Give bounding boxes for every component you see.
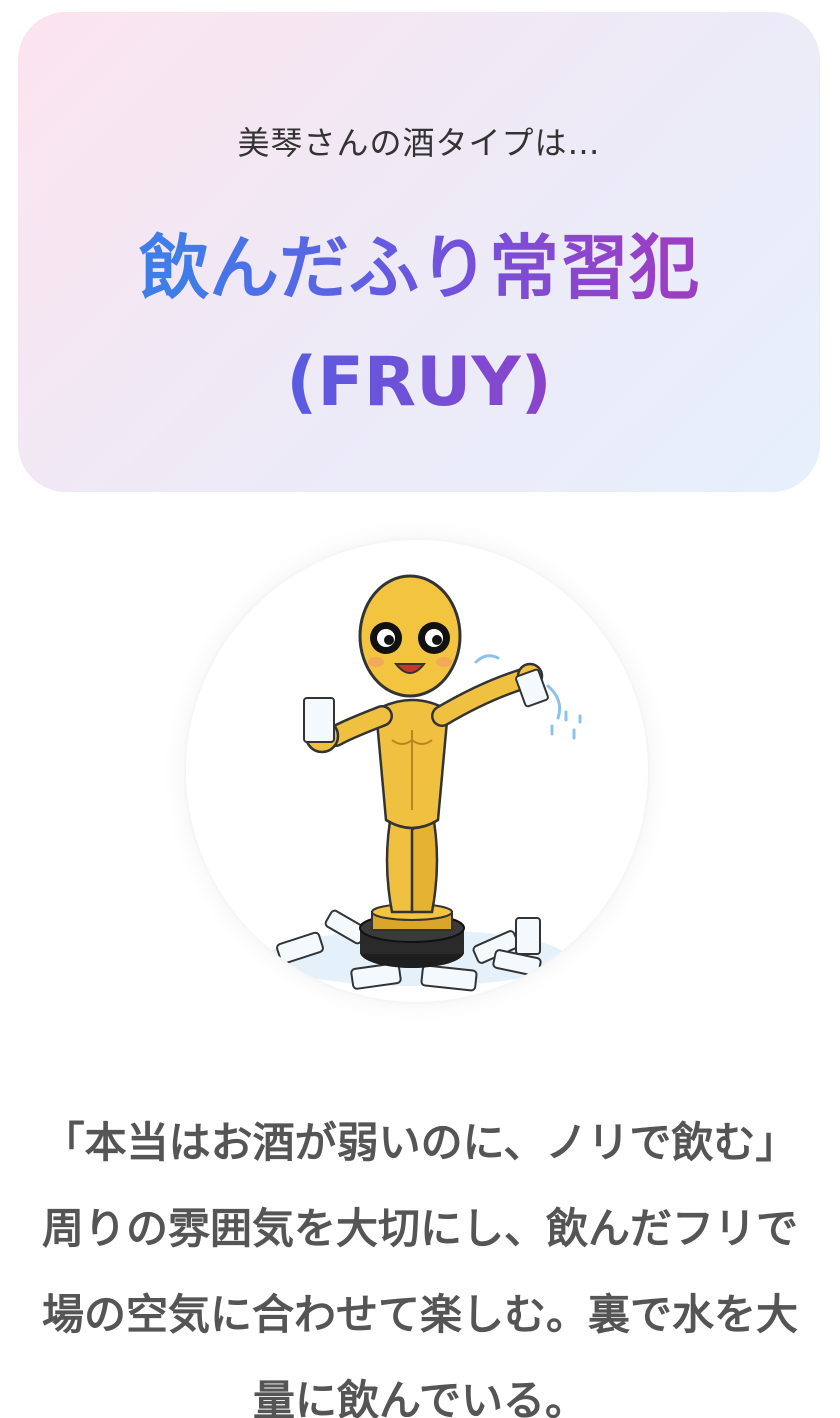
type-code: (FRUY) xyxy=(18,338,820,428)
type-description: 「本当はお酒が弱いのに、ノリで飲む」周りの雰囲気を大切にし、飲んだフリで場の空気… xyxy=(41,1118,798,1418)
result-card: 美琴さんの酒タイプは… 飲んだふり常習犯 (FRUY) xyxy=(18,12,820,492)
trophy-statue-icon xyxy=(267,574,582,992)
type-name: 飲んだふり常習犯 xyxy=(18,218,820,318)
character-avatar xyxy=(186,540,648,1002)
result-intro: 美琴さんの酒タイプは… xyxy=(237,124,601,162)
result-page: 美琴さんの酒タイプは… 飲んだふり常習犯 (FRUY) 「本当はお酒が弱いのに、… xyxy=(0,0,840,1418)
